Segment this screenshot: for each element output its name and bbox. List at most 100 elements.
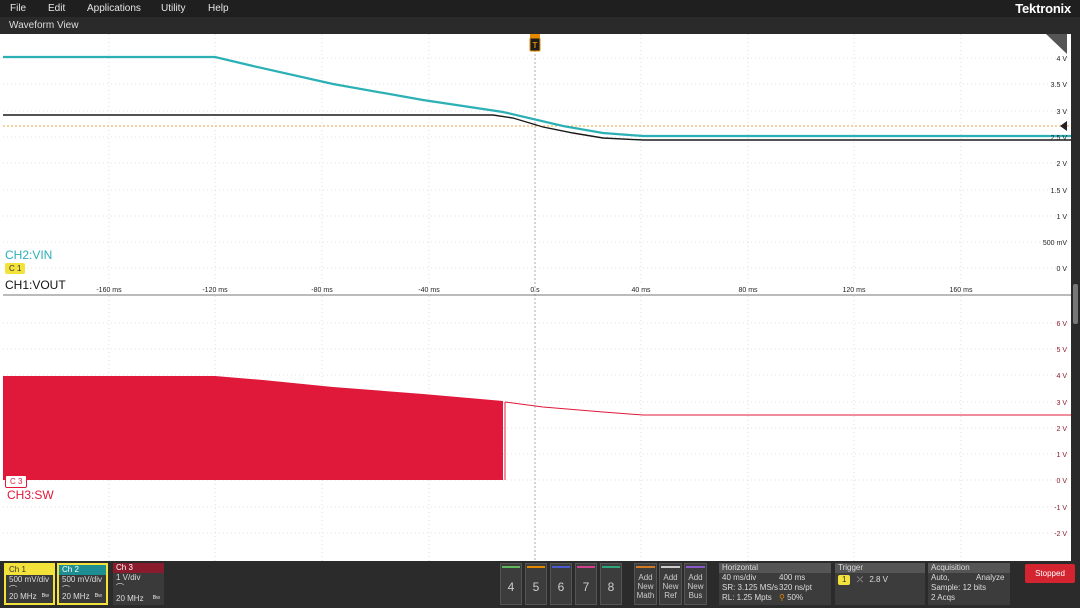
top-y-label: 1 V bbox=[1056, 214, 1067, 221]
channel-8-button[interactable]: 8 bbox=[600, 563, 622, 605]
top-y-labels: 4 V 3.5 V 3 V 2.5 V 2 V 1.5 V 1 V 500 mV… bbox=[1043, 56, 1067, 273]
ch2-label[interactable]: CH2:VIN bbox=[5, 248, 52, 262]
brand-logo: Tektronix bbox=[1015, 1, 1071, 16]
horizontal-position: 400 ms bbox=[779, 573, 806, 582]
trigger-level-arrow-icon[interactable] bbox=[1060, 121, 1067, 131]
x-labels: -160 ms -120 ms -80 ms -40 ms 0 s 40 ms … bbox=[96, 287, 973, 294]
add-ref-line2: New bbox=[662, 582, 679, 591]
channel-5-button[interactable]: 5 bbox=[525, 563, 547, 605]
top-y-label: 500 mV bbox=[1043, 240, 1067, 247]
ch3-sw-trace bbox=[504, 401, 1071, 416]
add-math-line1: Add bbox=[638, 573, 653, 582]
bottom-y-label: 5 V bbox=[1056, 347, 1067, 354]
channel-7-button[interactable]: 7 bbox=[575, 563, 597, 605]
ch2-scale: 500 mV/div bbox=[62, 575, 103, 584]
right-scrollbar[interactable] bbox=[1071, 34, 1080, 561]
add-math-line3: Math bbox=[636, 591, 655, 600]
ch1-scale: 500 mV/div bbox=[9, 575, 50, 584]
top-y-label: 1.5 V bbox=[1051, 188, 1068, 195]
ch2-vin-trace bbox=[3, 55, 1071, 138]
x-label: 80 ms bbox=[738, 287, 758, 294]
x-label: -40 ms bbox=[418, 287, 440, 294]
run-stop-status-button[interactable]: Stopped bbox=[1025, 564, 1075, 583]
bottom-y-labels: 6 V 5 V 4 V 3 V 2 V 1 V 0 V -1 V -2 V bbox=[1054, 321, 1067, 538]
add-ref-line1: Add bbox=[663, 573, 678, 582]
x-label: 40 ms bbox=[631, 287, 651, 294]
ch1-label[interactable]: CH1:VOUT bbox=[5, 278, 66, 292]
ch3-settings-badge[interactable]: Ch 3 1 V/div ⌒ 20 MHz ᴮʷ bbox=[113, 563, 164, 605]
top-grid bbox=[3, 34, 1071, 284]
ch3-scale: 1 V/div bbox=[116, 573, 141, 582]
waveform-view-header: Waveform View bbox=[0, 17, 1080, 46]
top-y-label: 2 V bbox=[1056, 161, 1067, 168]
channel-5-label: 5 bbox=[532, 580, 540, 594]
horizontal-sample-rate: SR: 3.125 MS/s bbox=[722, 583, 779, 592]
add-math-line2: New bbox=[637, 582, 654, 591]
x-label: -80 ms bbox=[311, 287, 333, 294]
menu-help[interactable]: Help bbox=[208, 3, 229, 14]
ch3-coupling-icon: ⌒ bbox=[116, 583, 124, 592]
trigger-badge[interactable]: Trigger 1 ⤫ 2.8 V bbox=[835, 563, 925, 605]
channel-7-label: 7 bbox=[582, 580, 590, 594]
channel-4-label: 4 bbox=[507, 580, 515, 594]
ch3-badge[interactable]: C 3 bbox=[5, 475, 28, 488]
zoom-corner-icon[interactable] bbox=[1046, 34, 1067, 54]
channel-4-button[interactable]: 4 bbox=[500, 563, 522, 605]
bottom-y-label: 0 V bbox=[1056, 478, 1067, 485]
acquisition-mode: Auto, bbox=[931, 573, 950, 582]
ch1-bw-limit-icon: ᴮʷ bbox=[41, 592, 49, 601]
trigger-position-marker[interactable]: T bbox=[529, 34, 541, 52]
ch2-bw-limit-icon: ᴮʷ bbox=[94, 592, 102, 601]
bottom-y-label: 6 V bbox=[1056, 321, 1067, 328]
ch1-badge[interactable]: C 1 bbox=[5, 263, 26, 274]
bottom-y-label: 3 V bbox=[1056, 400, 1067, 407]
x-label: 0 s bbox=[530, 287, 540, 294]
x-label: -160 ms bbox=[96, 287, 122, 294]
trigger-title: Trigger bbox=[835, 563, 925, 573]
top-y-label: 0 V bbox=[1056, 266, 1067, 273]
horizontal-badge[interactable]: Horizontal 40 ms/div 400 ms SR: 3.125 MS/… bbox=[719, 563, 831, 605]
add-new-bus-button[interactable]: Add New Bus bbox=[684, 563, 707, 605]
menu-edit[interactable]: Edit bbox=[48, 3, 65, 14]
horizontal-record-length: RL: 1.25 Mpts bbox=[722, 593, 772, 602]
waveform-panel[interactable]: 4 V 3.5 V 3 V 2.5 V 2 V 1.5 V 1 V 500 mV… bbox=[3, 34, 1071, 561]
horizontal-position-pct: 50% bbox=[787, 593, 804, 602]
add-new-math-button[interactable]: Add New Math bbox=[634, 563, 657, 605]
ch2-bandwidth: 20 MHz bbox=[62, 592, 90, 601]
bottom-y-label: -2 V bbox=[1054, 531, 1067, 538]
top-y-label: 2.5 V bbox=[1051, 135, 1068, 142]
top-y-label: 3 V bbox=[1056, 109, 1067, 116]
channel-8-label: 8 bbox=[607, 580, 615, 594]
acquisition-badge[interactable]: Acquisition Auto, Analyze Sample: 12 bits… bbox=[928, 563, 1010, 605]
add-bus-line1: Add bbox=[688, 573, 703, 582]
ch2-settings-badge[interactable]: Ch 2 500 mV/div ⌒ 20 MHz ᴮʷ bbox=[57, 563, 108, 605]
add-new-ref-button[interactable]: Add New Ref bbox=[659, 563, 682, 605]
add-bus-line3: Bus bbox=[688, 591, 703, 600]
ch1-settings-badge[interactable]: Ch 1 500 mV/div ⌒ 20 MHz ᴮʷ bbox=[4, 563, 55, 605]
x-label: -120 ms bbox=[202, 287, 228, 294]
horizontal-title: Horizontal bbox=[719, 563, 831, 573]
menu-bar: File Edit Applications Utility Help Tekt… bbox=[0, 0, 1080, 17]
trigger-level: 2.8 V bbox=[869, 575, 889, 584]
horizontal-resolution: 320 ns/pt bbox=[779, 583, 812, 592]
waveform-view-title: Waveform View bbox=[9, 20, 79, 31]
ch3-bandwidth: 20 MHz bbox=[116, 594, 144, 603]
ch1-bandwidth: 20 MHz bbox=[9, 592, 37, 601]
channel-6-button[interactable]: 6 bbox=[550, 563, 572, 605]
scrollbar-thumb[interactable] bbox=[1073, 284, 1078, 324]
acquisition-title: Acquisition bbox=[928, 563, 1010, 573]
x-label: 120 ms bbox=[843, 287, 866, 294]
menu-utility[interactable]: Utility bbox=[161, 3, 185, 14]
ch1-badge-title: Ch 1 bbox=[6, 565, 53, 575]
acquisition-analyze: Analyze bbox=[976, 573, 1005, 582]
ch3-label[interactable]: CH3:SW bbox=[7, 488, 54, 502]
ch2-badge-title: Ch 2 bbox=[59, 565, 106, 575]
menu-applications[interactable]: Applications bbox=[87, 3, 141, 14]
trigger-marker-text: T bbox=[533, 41, 538, 50]
waveform-canvas: 4 V 3.5 V 3 V 2.5 V 2 V 1.5 V 1 V 500 mV… bbox=[3, 34, 1071, 561]
ch3-badge-title: Ch 3 bbox=[113, 563, 164, 573]
add-ref-line3: Ref bbox=[664, 591, 677, 600]
menu-file[interactable]: File bbox=[10, 3, 26, 14]
top-y-label: 3.5 V bbox=[1051, 82, 1068, 89]
trigger-edge-icon: ⤫ bbox=[856, 575, 864, 584]
